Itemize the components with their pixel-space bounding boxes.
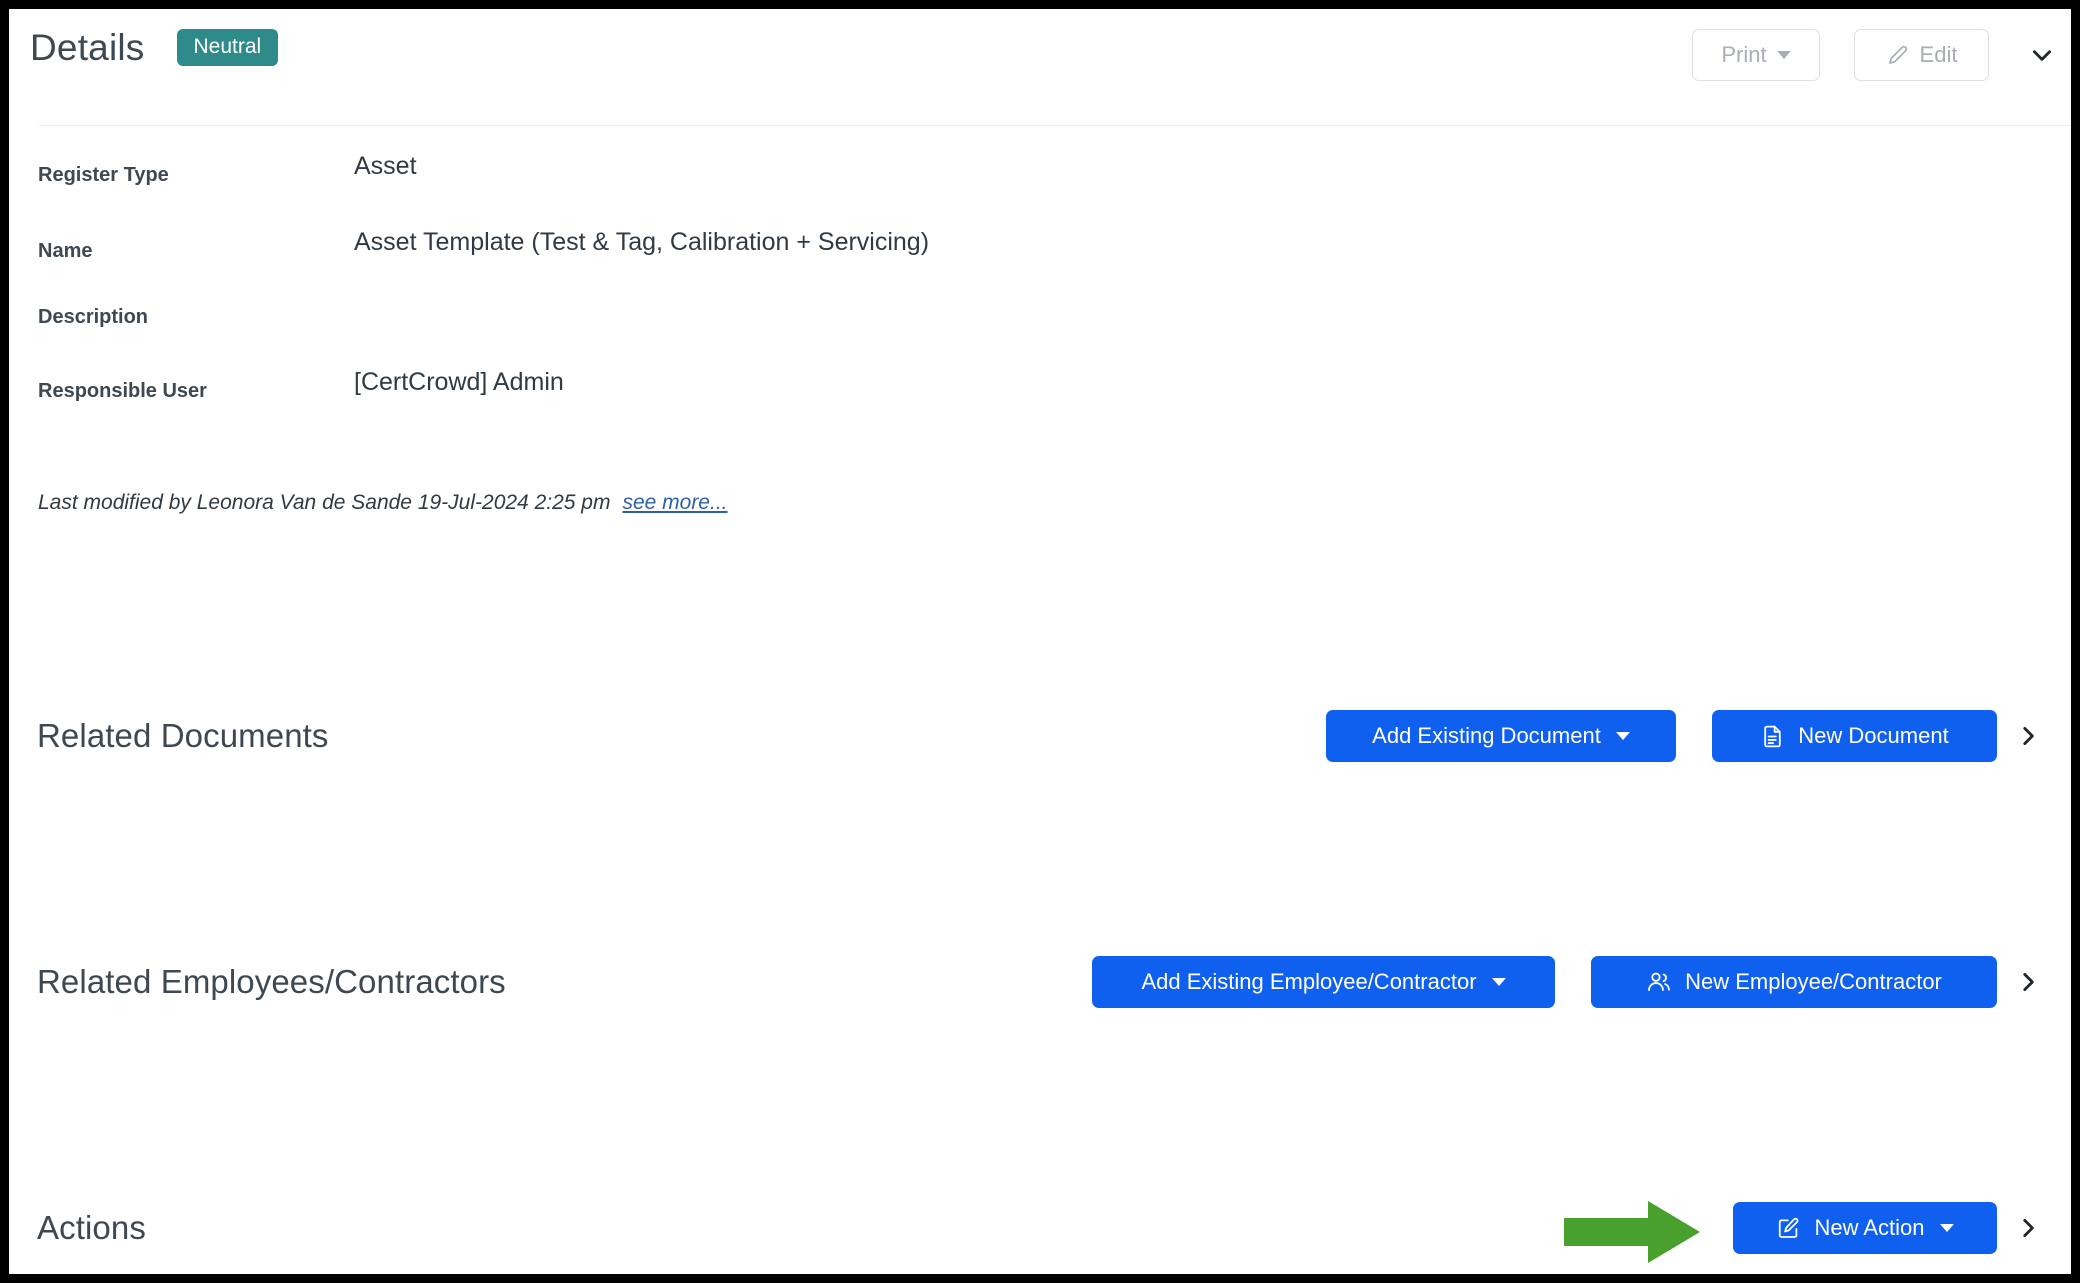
header-actions: Print Edit: [1692, 29, 2059, 81]
field-value: Asset Template (Test & Tag, Calibration …: [354, 228, 930, 256]
details-fields: Register Type Asset Name Asset Template …: [9, 125, 2071, 403]
expand-actions-button[interactable]: [2011, 1211, 2045, 1245]
new-document-button[interactable]: New Document: [1712, 710, 1997, 762]
field-label: Name: [38, 240, 93, 262]
caret-down-icon: [1776, 51, 1791, 59]
section-buttons: Add Existing Document New Document: [1326, 710, 1997, 762]
pencil-icon: [1886, 43, 1910, 67]
caret-down-icon: [1615, 732, 1630, 740]
field-value: Asset: [354, 152, 417, 180]
section-buttons: New Action: [1733, 1202, 1997, 1254]
pencil-square-icon: [1776, 1216, 1801, 1241]
field-name: Name Asset Template (Test & Tag, Calibra…: [9, 228, 2071, 263]
field-label: Register Type: [38, 164, 169, 186]
print-button[interactable]: Print: [1692, 29, 1820, 81]
new-action-label: New Action: [1814, 1215, 1925, 1240]
add-existing-document-button[interactable]: Add Existing Document: [1326, 710, 1676, 762]
panel-header: Details Neutral Print Edit: [9, 9, 2071, 126]
add-existing-employee-label: Add Existing Employee/Contractor: [1141, 969, 1477, 994]
users-icon: [1646, 969, 1672, 995]
edit-button[interactable]: Edit: [1854, 29, 1989, 81]
field-description: Description: [9, 304, 2071, 329]
section-related-employees: Related Employees/Contractors Add Existi…: [9, 947, 2071, 1017]
new-employee-label: New Employee/Contractor: [1685, 969, 1942, 994]
caret-down-icon: [1491, 978, 1506, 986]
edit-button-label: Edit: [1919, 42, 1958, 67]
see-more-link[interactable]: see more...: [622, 491, 727, 515]
expand-related-documents-button[interactable]: [2011, 719, 2045, 753]
collapse-panel-button[interactable]: [2025, 38, 2059, 72]
header-title-group: Details Neutral: [30, 27, 279, 68]
field-value: [CertCrowd] Admin: [354, 368, 564, 396]
section-related-documents: Related Documents Add Existing Document …: [9, 701, 2071, 771]
section-title: Actions: [37, 1209, 146, 1246]
section-title: Related Documents: [37, 717, 329, 754]
add-existing-employee-button[interactable]: Add Existing Employee/Contractor: [1092, 956, 1555, 1008]
status-badge: Neutral: [176, 29, 279, 66]
section-title: Related Employees/Contractors: [37, 963, 506, 1000]
field-label: Description: [38, 306, 149, 328]
last-modified-row: Last modified by Leonora Van de Sande 19…: [38, 491, 728, 515]
section-buttons: Add Existing Employee/Contractor New Emp…: [1092, 956, 1997, 1008]
new-action-button[interactable]: New Action: [1733, 1202, 1997, 1254]
page-title: Details: [30, 27, 145, 68]
field-label: Responsible User: [38, 380, 207, 402]
field-responsible-user: Responsible User [CertCrowd] Admin: [9, 368, 2071, 403]
add-existing-document-label: Add Existing Document: [1372, 723, 1601, 748]
details-panel: Details Neutral Print Edit Register Type…: [9, 9, 2071, 1274]
new-employee-button[interactable]: New Employee/Contractor: [1591, 956, 1997, 1008]
field-register-type: Register Type Asset: [9, 152, 2071, 187]
caret-down-icon: [1939, 1224, 1954, 1232]
document-icon: [1760, 724, 1785, 749]
new-document-label: New Document: [1798, 723, 1949, 748]
section-actions: Actions New Action: [9, 1193, 2071, 1263]
print-button-label: Print: [1721, 42, 1767, 67]
last-modified-text: Last modified by Leonora Van de Sande 19…: [38, 491, 611, 514]
expand-related-employees-button[interactable]: [2011, 965, 2045, 999]
